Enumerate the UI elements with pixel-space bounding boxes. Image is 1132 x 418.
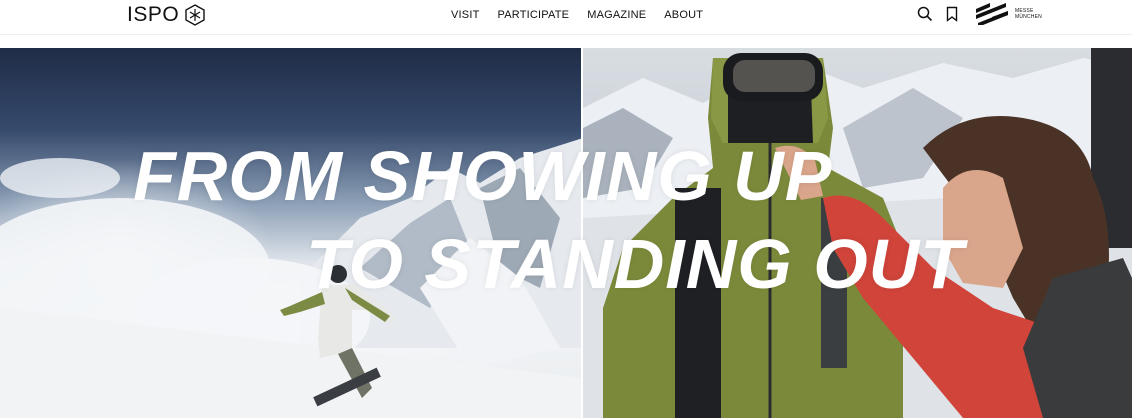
nav-about[interactable]: ABOUT bbox=[664, 8, 703, 22]
main-nav: VISIT PARTICIPATE MAGAZINE ABOUT bbox=[451, 8, 703, 22]
ispo-logo[interactable]: ISPO bbox=[127, 3, 206, 27]
search-icon[interactable] bbox=[917, 6, 933, 22]
bookmark-icon[interactable] bbox=[944, 6, 960, 22]
hero-banner[interactable]: FROM SHOWING UP TO STANDING OUT bbox=[0, 48, 1132, 418]
site-header: ISPO VISIT PARTICIPATE MAGAZINE ABOUT ME… bbox=[0, 0, 1132, 35]
ispo-logo-icon bbox=[185, 4, 205, 26]
logo-text: ISPO bbox=[127, 3, 180, 26]
nav-participate[interactable]: PARTICIPATE bbox=[498, 8, 570, 22]
nav-magazine[interactable]: MAGAZINE bbox=[587, 8, 646, 22]
nav-visit[interactable]: VISIT bbox=[451, 8, 480, 22]
messe-muenchen-logo[interactable]: MESSE MÜNCHEN bbox=[976, 3, 1042, 25]
hero-headline-line2: TO STANDING OUT bbox=[306, 225, 964, 303]
messe-muenchen-mark-icon bbox=[976, 3, 1008, 25]
messe-muenchen-text: MESSE MÜNCHEN bbox=[1015, 8, 1042, 20]
hero-headline-line1: FROM SHOWING UP bbox=[133, 137, 833, 215]
messe-text-line2: MÜNCHEN bbox=[1015, 14, 1042, 20]
